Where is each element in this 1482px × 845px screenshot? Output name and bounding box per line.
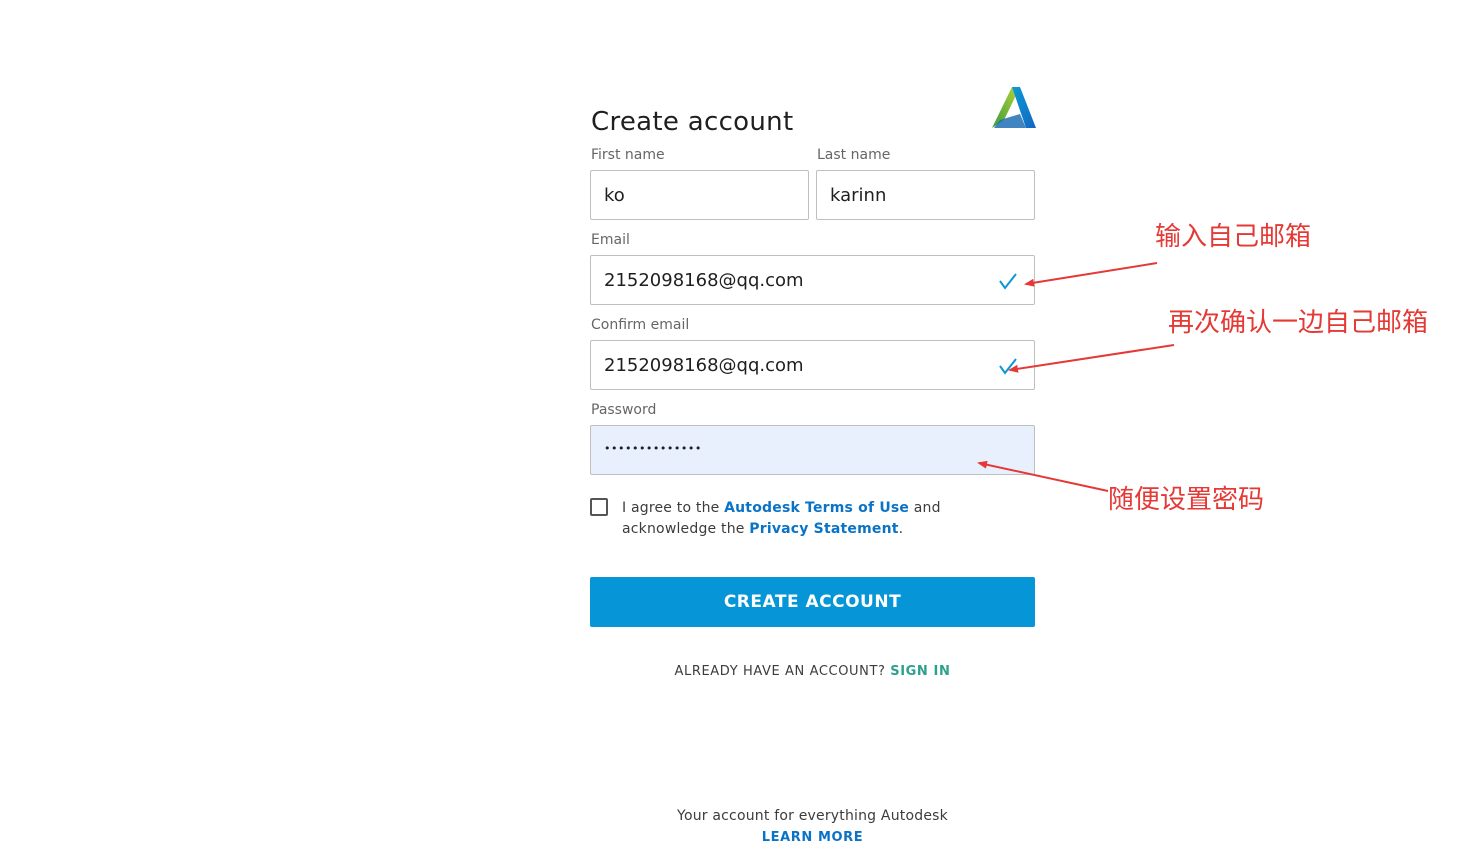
password-annotation: 随便设置密码 — [1108, 485, 1265, 515]
confirm-email-input[interactable]: 2152098168@qq.com — [590, 340, 1035, 390]
first-name-label: First name — [591, 147, 665, 163]
confirm-email-annotation: 再次确认一边自己邮箱 — [1168, 308, 1429, 338]
last-name-label: Last name — [817, 147, 891, 163]
password-value: •••••••••••••• — [604, 441, 702, 455]
autodesk-logo — [992, 87, 1036, 128]
email-annotation: 输入自己邮箱 — [1155, 222, 1312, 252]
footer-tagline: Your account for everything Autodesk — [677, 808, 948, 824]
email-label: Email — [591, 232, 630, 248]
confirm-email-label: Confirm email — [591, 317, 690, 333]
create-account-button[interactable]: CREATE ACCOUNT — [590, 577, 1035, 627]
agreement-text: I agree to the Autodesk Terms of Use and… — [622, 498, 1032, 540]
create-account-page: Create account First name ko Last name k… — [0, 0, 1482, 845]
email-value: 2152098168@qq.com — [604, 269, 804, 291]
page-title: Create account — [591, 107, 794, 138]
last-name-value: karinn — [830, 184, 887, 206]
email-arrow — [1024, 262, 1158, 287]
agree-suffix: . — [898, 521, 904, 537]
already-have-account: ALREADY HAVE AN ACCOUNT? SIGN IN — [590, 664, 1035, 679]
last-name-input[interactable]: karinn — [816, 170, 1035, 220]
agree-checkbox[interactable] — [590, 498, 608, 516]
confirm-email-value: 2152098168@qq.com — [604, 354, 804, 376]
first-name-input[interactable]: ko — [590, 170, 809, 220]
agree-prefix: I agree to the — [622, 500, 725, 516]
terms-of-use-link[interactable]: Autodesk Terms of Use — [724, 500, 909, 516]
checkmark-icon — [999, 358, 1017, 375]
first-name-value: ko — [604, 184, 625, 206]
already-text: ALREADY HAVE AN ACCOUNT? — [674, 664, 886, 679]
checkmark-icon — [999, 273, 1017, 290]
password-label: Password — [591, 402, 657, 418]
email-input[interactable]: 2152098168@qq.com — [590, 255, 1035, 305]
sign-in-link[interactable]: SIGN IN — [890, 664, 950, 679]
privacy-statement-link[interactable]: Privacy Statement — [749, 521, 898, 537]
learn-more-link[interactable]: LEARN MORE — [590, 830, 1035, 845]
password-input[interactable]: •••••••••••••• — [590, 425, 1035, 475]
